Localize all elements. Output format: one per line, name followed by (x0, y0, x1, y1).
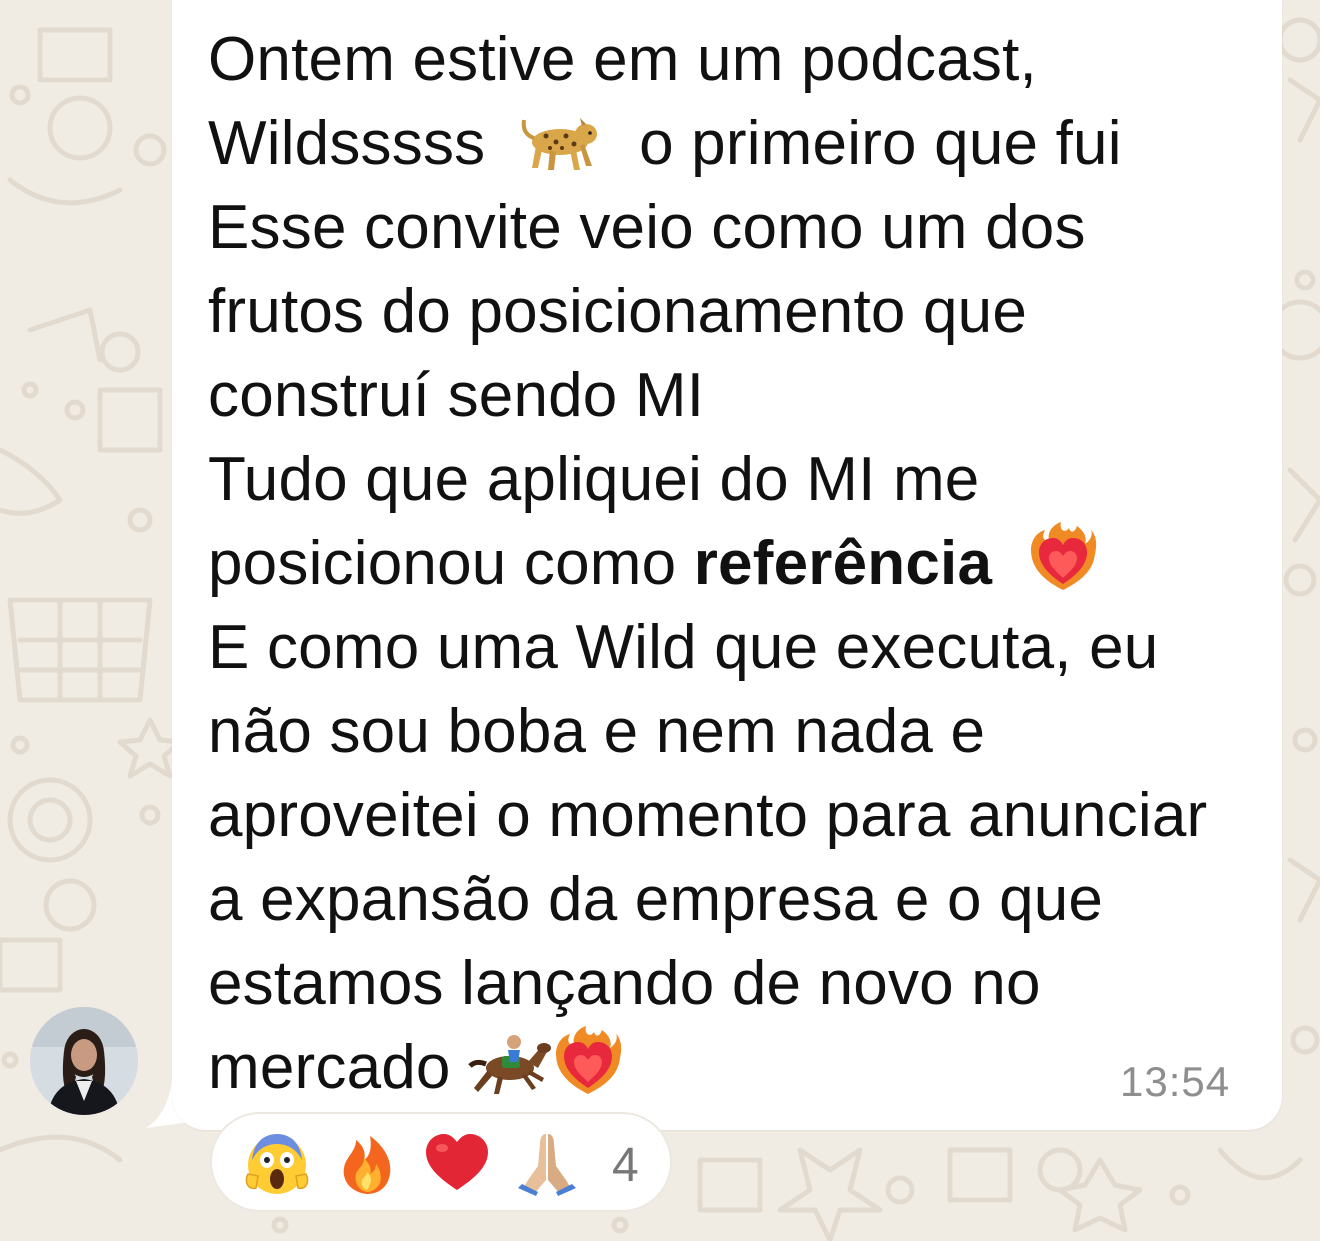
heart-on-fire-icon (552, 1026, 624, 1098)
message-line: a expansão da empresa e o que (208, 865, 1104, 934)
fire-icon[interactable] (334, 1130, 400, 1196)
message-line: mercado (208, 1026, 1268, 1110)
sender-avatar[interactable] (30, 1007, 138, 1115)
message-line: Ontem estive em um podcast, (208, 25, 1037, 94)
message-line: estamos lançando de novo no (208, 949, 1041, 1018)
face-screaming-in-fear-icon[interactable] (244, 1130, 310, 1196)
folded-hands-icon[interactable] (514, 1130, 580, 1196)
reactions-pill[interactable] (210, 1112, 672, 1212)
message-line: Esse convite veio como um dos (208, 193, 1086, 262)
message-line: Wildsssss o primeiro que fui (208, 109, 1122, 178)
red-heart-icon[interactable] (424, 1130, 490, 1196)
message-line: posicionou como referência (208, 522, 1268, 606)
message-line: E como uma Wild que executa, eu (208, 613, 1159, 682)
message-line: construí sendo MI (208, 361, 705, 430)
heart-on-fire-icon (1027, 522, 1099, 594)
message-timestamp: 13:54 (1120, 1058, 1231, 1105)
message-line: frutos do posicionamento que (208, 277, 1028, 346)
message-line: aproveitei o momento para anunciar (208, 781, 1208, 850)
horse-racing-icon (468, 1030, 552, 1098)
bold-word: referência (693, 529, 993, 598)
message-line: não sou boba e nem nada e (208, 697, 986, 766)
reaction-count: 4 (612, 1139, 639, 1192)
leopard-icon (520, 112, 604, 174)
message-line: Tudo que apliquei do MI me (208, 445, 980, 514)
message-text: Ontem estive em um podcast, Wildsssss o … (208, 18, 1268, 1110)
